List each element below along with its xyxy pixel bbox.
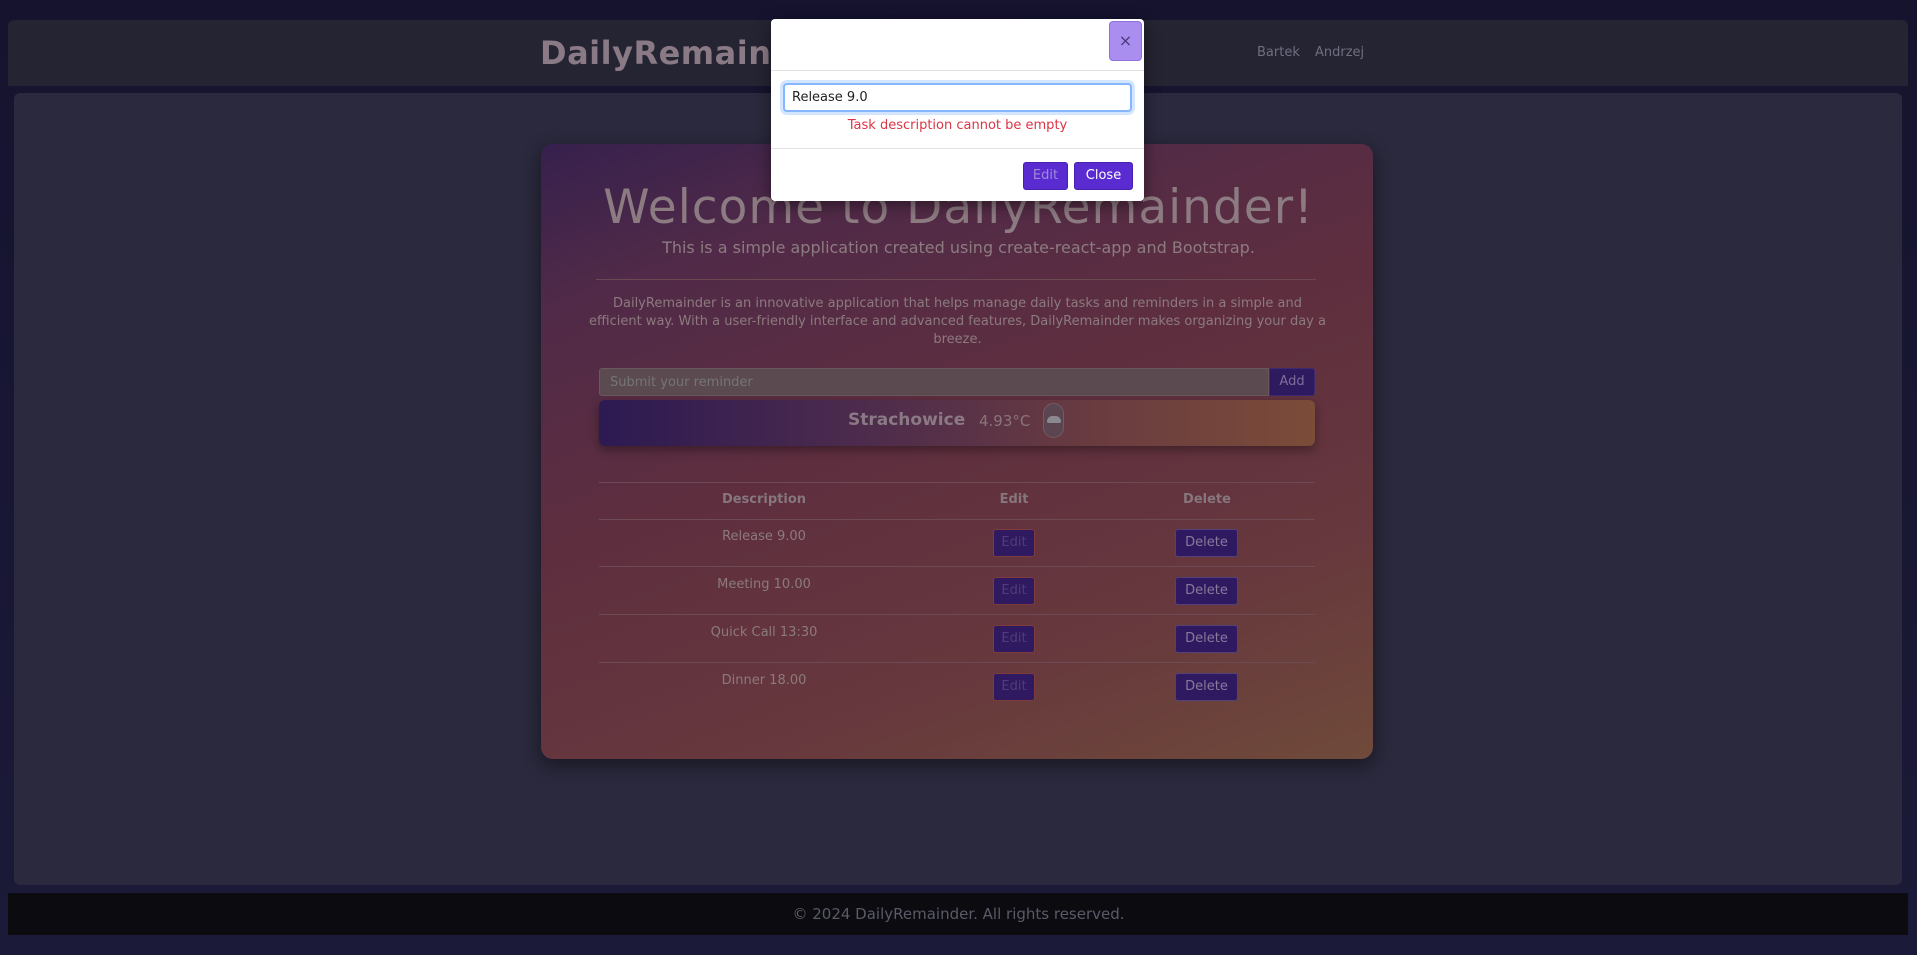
header-description: Description	[721, 492, 807, 507]
row-divider	[599, 566, 1315, 567]
table-top-border	[599, 482, 1315, 483]
validation-error: Task description cannot be empty	[847, 118, 1068, 133]
cloud-icon	[1043, 403, 1064, 438]
header-edit: Edit	[999, 492, 1029, 507]
table-header-border	[599, 519, 1315, 520]
task-description-input[interactable]	[783, 83, 1132, 112]
modal-close-button[interactable]: Close	[1074, 162, 1133, 190]
row-description: Release 9.00	[722, 529, 806, 544]
edit-button[interactable]: Edit	[993, 625, 1035, 653]
row-description: Meeting 10.00	[717, 577, 811, 592]
edit-button[interactable]: Edit	[993, 577, 1035, 605]
add-button[interactable]: Add	[1269, 368, 1315, 396]
delete-button[interactable]: Delete	[1175, 673, 1238, 701]
close-icon[interactable]: ×	[1109, 21, 1142, 61]
edit-button[interactable]: Edit	[993, 673, 1035, 701]
edit-button[interactable]: Edit	[993, 529, 1035, 557]
row-description: Quick Call 13:30	[710, 625, 818, 640]
header-delete: Delete	[1183, 492, 1231, 507]
divider	[596, 279, 1316, 280]
intro-text: DailyRemainder is an innovative applicat…	[589, 296, 1326, 347]
modal-edit-button[interactable]: Edit	[1023, 162, 1068, 190]
modal-header	[771, 19, 1144, 71]
weather-city: Strachowice	[848, 410, 966, 430]
nav-link-andrzej[interactable]: Andrzej	[1315, 45, 1364, 60]
nav-links: Bartek Andrzej	[1257, 45, 1375, 60]
row-description: Dinner 18.00	[721, 673, 807, 688]
row-divider	[599, 662, 1315, 663]
weather-temperature: 4.93°C	[979, 412, 1031, 430]
reminder-input[interactable]	[599, 368, 1269, 396]
edit-modal: × Task description cannot be empty Edit …	[771, 19, 1144, 201]
welcome-card	[541, 144, 1373, 759]
row-divider	[599, 614, 1315, 615]
modal-footer-divider	[771, 148, 1144, 149]
footer-text: © 2024 DailyRemainder. All rights reserv…	[792, 905, 1125, 923]
delete-button[interactable]: Delete	[1175, 529, 1238, 557]
nav-link-bartek[interactable]: Bartek	[1257, 45, 1300, 60]
delete-button[interactable]: Delete	[1175, 625, 1238, 653]
delete-button[interactable]: Delete	[1175, 577, 1238, 605]
page-subtitle: This is a simple application created usi…	[662, 238, 1255, 257]
